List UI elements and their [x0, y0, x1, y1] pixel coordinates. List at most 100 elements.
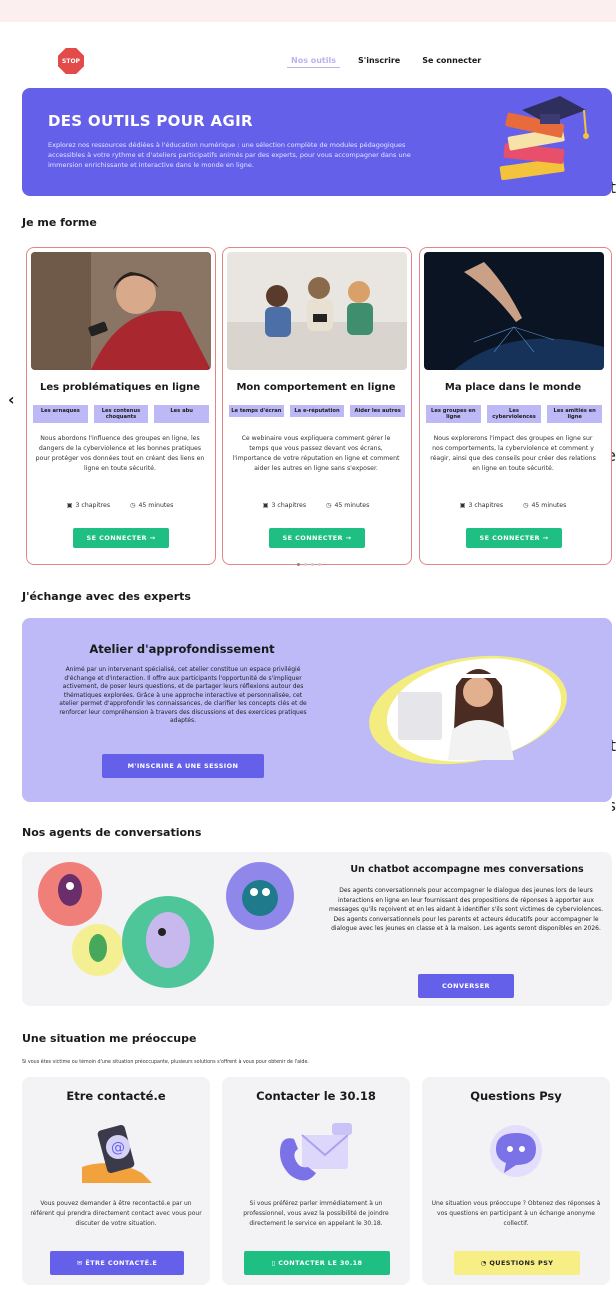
- card-meta: ▣ 3 chapitres ◷ 45 minutes: [420, 502, 606, 509]
- hero-title: DES OUTILS POUR AGIR: [48, 112, 253, 130]
- chatbot-monsters-illustration: [38, 862, 294, 988]
- card-tag[interactable]: Les contenus choquants: [93, 405, 149, 423]
- phone-icon: ▯: [271, 1259, 279, 1267]
- card-tag[interactable]: La e-réputation: [289, 405, 345, 417]
- clock-icon: ◷: [130, 502, 136, 509]
- questions-psy-button[interactable]: ◔ QUESTIONS PSY: [454, 1251, 580, 1275]
- workshop-panel: Atelier d'approfondissement Animé par un…: [22, 618, 612, 802]
- card-tag[interactable]: Le temps d'écran: [229, 405, 284, 417]
- duration-info: ◷ 45 minutes: [130, 502, 173, 509]
- help-option-card: Etre contacté.e @ Vous pouvez demander à…: [22, 1077, 210, 1285]
- card-tags: Le temps d'écran La e-réputation Aider l…: [229, 405, 406, 417]
- duration-value: 45 minutes: [138, 502, 174, 509]
- situation-subtext: Si vous êtes victime ou témoin d'une sit…: [22, 1060, 309, 1065]
- be-contacted-button[interactable]: ✉ ÊTRE CONTACTÉ.E: [50, 1251, 184, 1275]
- top-band: [0, 0, 616, 22]
- chatbot-title: Un chatbot accompagne mes conversations: [350, 864, 584, 875]
- chapters-info: ▣ 3 chapitres: [67, 502, 110, 509]
- card-tag[interactable]: Les arnaques: [33, 405, 88, 423]
- button-label: QUESTIONS PSY: [489, 1259, 554, 1267]
- book-icon: ▣: [66, 502, 73, 509]
- button-label: ÊTRE CONTACTÉ.E: [85, 1259, 158, 1267]
- chatbot-text: Des agents conversationnels pour accompa…: [328, 887, 604, 932]
- course-card[interactable]: Mon comportement en ligne Le temps d'écr…: [222, 247, 412, 565]
- nav-link-connecter[interactable]: Se connecter: [418, 54, 485, 68]
- carousel-dot[interactable]: [311, 563, 314, 566]
- button-label: CONTACTER LE 30.18: [278, 1259, 363, 1267]
- chapters-info: ▣ 3 chapitres: [263, 502, 306, 509]
- help-option-card: Questions Psy Une situation vous préoccu…: [422, 1077, 610, 1285]
- woman-laptop-illustration: [369, 655, 567, 765]
- section-heading-experts: J'échange avec des experts: [22, 590, 191, 603]
- section-heading-forme: Je me forme: [22, 216, 97, 229]
- svg-text:@: @: [111, 1140, 125, 1156]
- card-meta: ▣ 3 chapitres ◷ 45 minutes: [223, 502, 409, 509]
- workshop-title: Atelier d'approfondissement: [89, 642, 275, 656]
- card-tag[interactable]: Les amitiés en ligne: [547, 405, 603, 423]
- stop-logo[interactable]: STOP: [58, 48, 84, 74]
- chapters-count: 3 chapitres: [75, 502, 111, 509]
- carousel-dot[interactable]: [318, 563, 321, 566]
- nav-link-inscrire[interactable]: S'inscrire: [354, 54, 404, 68]
- nav-link-outils[interactable]: Nos outils: [287, 54, 340, 68]
- hero-banner: DES OUTILS POUR AGIR Explorez nos ressou…: [22, 88, 612, 196]
- hand-digital-network-photo: [424, 252, 604, 370]
- card-title: Les problématiques en ligne: [39, 382, 201, 393]
- card-title: Ma place dans le monde: [444, 382, 582, 393]
- help-option-card: Contacter le 30.18 Si vous préférez parl…: [222, 1077, 410, 1285]
- help-option-title: Etre contacté.e: [66, 1089, 166, 1103]
- clock-icon: ◷: [326, 502, 332, 509]
- section-heading-agents: Nos agents de conversations: [22, 826, 202, 839]
- chat-icon: ◔: [480, 1259, 490, 1267]
- kids-on-sofa-photo: [227, 252, 407, 370]
- course-card[interactable]: Les problématiques en ligne Les arnaques…: [26, 247, 216, 565]
- top-nav: STOP Nos outils S'inscrire Se connecter: [22, 40, 612, 90]
- session-signup-button[interactable]: M'INSCRIRE A UNE SESSION: [102, 754, 264, 778]
- workshop-text: Animé par un intervenant spécialisé, cet…: [59, 666, 307, 724]
- card-tags: Les groupes en ligne Les cyberviolences …: [426, 405, 603, 423]
- card-description: Ce webinaire vous expliquera comment gér…: [232, 435, 400, 472]
- clock-icon: ◷: [523, 502, 529, 509]
- logo-text: STOP: [62, 57, 80, 65]
- card-description: Nous explorerons l'impact des groupes en…: [430, 435, 596, 472]
- agents-panel: Un chatbot accompagne mes conversations …: [22, 852, 612, 1006]
- card-tags: Les arnaques Les contenus choquants Les …: [33, 405, 210, 423]
- chapters-count: 3 chapitres: [271, 502, 307, 509]
- duration-value: 45 minutes: [531, 502, 567, 509]
- books-graduation-cap-illustration: [499, 96, 589, 181]
- help-option-title: Questions Psy: [470, 1089, 562, 1103]
- card-description: Nous abordons l'influence des groupes en…: [35, 435, 205, 472]
- hero-text: Explorez nos ressources dédiées à l'éduc…: [48, 141, 411, 169]
- teen-phone-photo: [31, 252, 211, 370]
- course-card[interactable]: Ma place dans le monde Les groupes en li…: [419, 247, 612, 565]
- duration-value: 45 minutes: [334, 502, 370, 509]
- page: STOP Nos outils S'inscrire Se connecter …: [8, 40, 612, 1285]
- card-title: Mon comportement en ligne: [236, 382, 396, 393]
- book-icon: ▣: [262, 502, 269, 509]
- chat-bubble-icon: [490, 1125, 542, 1177]
- hand-phone-at-icon: @: [82, 1125, 152, 1183]
- connect-button[interactable]: SE CONNECTER →: [73, 528, 169, 548]
- card-tag[interactable]: Les cyberviolences: [486, 405, 542, 423]
- carousel-dot[interactable]: [304, 563, 307, 566]
- nav-links: Nos outils S'inscrire Se connecter: [287, 54, 485, 68]
- card-tag[interactable]: Les abu: [154, 405, 210, 423]
- call-3018-button[interactable]: ▯ CONTACTER LE 30.18: [244, 1251, 390, 1275]
- card-tag[interactable]: Les groupes en ligne: [426, 405, 481, 423]
- duration-info: ◷ 45 minutes: [523, 502, 566, 509]
- carousel-dot[interactable]: [297, 563, 300, 566]
- card-meta: ▣ 3 chapitres ◷ 45 minutes: [27, 502, 213, 509]
- converse-button[interactable]: CONVERSER: [418, 974, 514, 998]
- help-option-title: Contacter le 30.18: [256, 1089, 376, 1103]
- duration-info: ◷ 45 minutes: [326, 502, 369, 509]
- book-icon: ▣: [459, 502, 466, 509]
- help-option-text: Si vous préférez parler immédiatement à …: [243, 1200, 389, 1227]
- connect-button[interactable]: SE CONNECTER →: [466, 528, 562, 548]
- card-tag[interactable]: Aider les autres: [350, 405, 406, 417]
- chapters-info: ▣ 3 chapitres: [460, 502, 503, 509]
- help-option-text: Une situation vous préoccupe ? Obtenez d…: [431, 1200, 601, 1227]
- carousel-dots: [297, 563, 321, 566]
- connect-button[interactable]: SE CONNECTER →: [269, 528, 365, 548]
- carousel-prev-chevron-icon[interactable]: ‹: [8, 390, 15, 409]
- envelope-icon: ✉: [76, 1259, 86, 1267]
